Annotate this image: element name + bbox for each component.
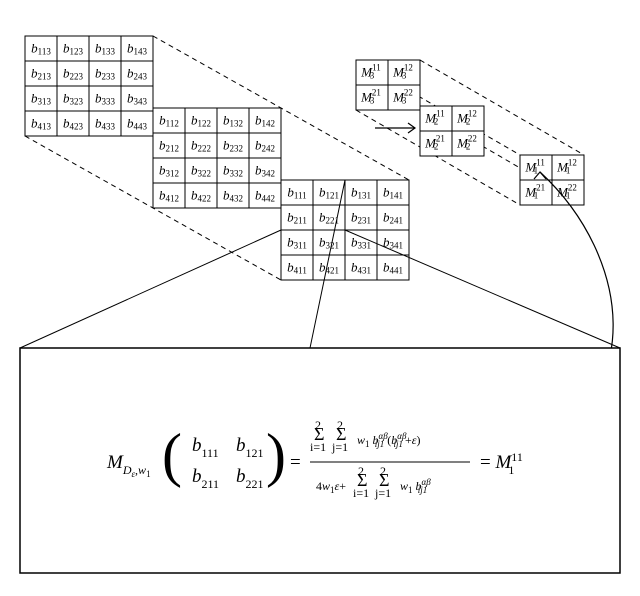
svg-text:=: = <box>290 452 301 473</box>
svg-text:(: ( <box>162 422 182 488</box>
eq-M: M <box>106 452 124 473</box>
M3: M113M123M213M223 <box>356 60 420 110</box>
M1: M111M121M211M221 <box>520 155 584 205</box>
svg-text:w1 bαβij1: w1 bαβij1 <box>400 477 431 495</box>
layer3: b113b123b133b143b213b223b233b243b313b323… <box>25 36 153 136</box>
svg-text:): ) <box>266 422 286 488</box>
M2: M112M122M212M222 <box>420 106 484 156</box>
diagram-canvas: b113b123b133b143b213b223b233b243b313b323… <box>0 0 640 596</box>
b-layers: b113b123b133b143b213b223b233b243b313b323… <box>25 36 409 280</box>
layer2: b112b122b132b142b212b222b232b242b312b322… <box>153 108 281 208</box>
